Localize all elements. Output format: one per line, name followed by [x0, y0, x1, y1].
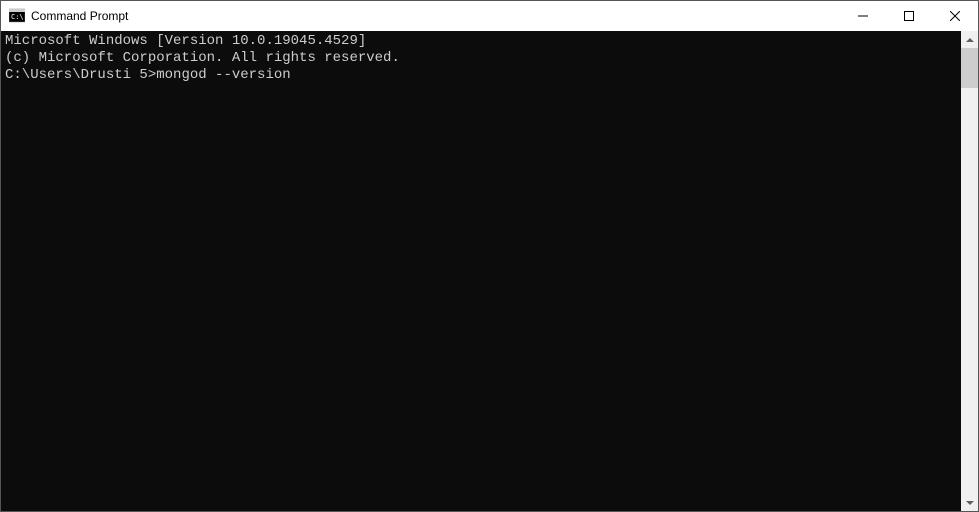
window-controls: [840, 1, 978, 31]
command-text: mongod --version: [156, 67, 290, 84]
scrollbar-down-button[interactable]: [961, 494, 978, 511]
app-icon: C:\: [9, 8, 25, 24]
scrollbar-up-button[interactable]: [961, 31, 978, 48]
minimize-button[interactable]: [840, 1, 886, 31]
vertical-scrollbar[interactable]: [961, 31, 978, 511]
maximize-button[interactable]: [886, 1, 932, 31]
command-prompt-window: C:\ Command Prompt Micro: [0, 0, 979, 512]
prompt-text: C:\Users\Drusti 5>: [5, 67, 156, 84]
maximize-icon: [904, 11, 914, 21]
titlebar[interactable]: C:\ Command Prompt: [1, 1, 978, 31]
console-output[interactable]: Microsoft Windows [Version 10.0.19045.45…: [1, 31, 961, 511]
scrollbar-track[interactable]: [961, 48, 978, 494]
close-button[interactable]: [932, 1, 978, 31]
console-wrapper: Microsoft Windows [Version 10.0.19045.45…: [1, 31, 978, 511]
chevron-down-icon: [966, 501, 974, 505]
prompt-line: C:\Users\Drusti 5>mongod --version: [5, 67, 957, 84]
close-icon: [950, 11, 960, 21]
minimize-icon: [858, 11, 868, 21]
output-line: Microsoft Windows [Version 10.0.19045.45…: [5, 33, 957, 50]
output-line: (c) Microsoft Corporation. All rights re…: [5, 50, 957, 67]
scrollbar-thumb[interactable]: [961, 48, 978, 88]
chevron-up-icon: [966, 38, 974, 42]
svg-text:C:\: C:\: [11, 13, 24, 21]
window-title: Command Prompt: [31, 9, 840, 23]
